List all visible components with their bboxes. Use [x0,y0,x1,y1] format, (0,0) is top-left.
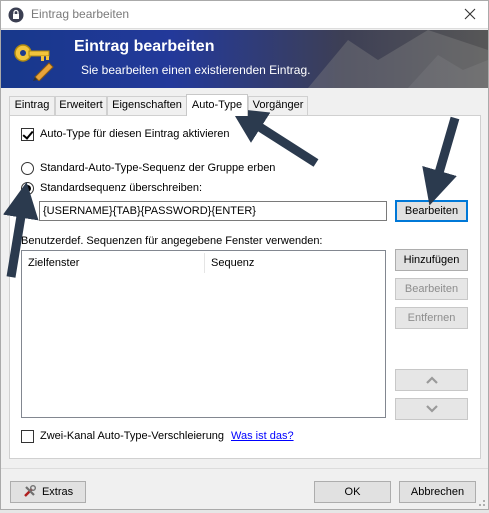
enable-autotype-checkbox[interactable] [21,128,34,141]
key-pencil-icon [14,44,54,81]
keepass-lock-icon [8,7,24,23]
tools-icon [23,485,36,497]
column-header-target-window[interactable]: Zielfenster [22,251,204,275]
override-sequence-radio[interactable] [21,182,34,195]
inherit-sequence-radio[interactable] [21,162,34,175]
remove-button[interactable]: Entfernen [395,307,468,329]
move-down-button[interactable] [395,398,468,420]
edit-sequence-button[interactable]: Bearbeiten [395,200,468,222]
banner-decoration-icon [308,30,488,88]
column-header-sequence[interactable]: Sequenz [205,251,385,275]
ok-button[interactable]: OK [314,481,391,503]
footer-divider [1,468,488,469]
enable-autotype-label: Auto-Type für diesen Eintrag aktivieren [40,128,230,140]
extras-label: Extras [41,486,74,498]
inherit-sequence-label: Standard-Auto-Type-Sequenz der Gruppe er… [40,162,276,174]
edit-window-sequence-button[interactable]: Bearbeiten [395,278,468,300]
chevron-up-icon [425,376,438,384]
window-title: Eintrag bearbeiten [31,7,130,21]
tab-auto-type[interactable]: Auto-Type [186,94,248,116]
tab-eigenschaften[interactable]: Eigenschaften [107,96,187,115]
tab-erweitert[interactable]: Erweitert [55,96,107,115]
custom-sequences-label: Benutzerdef. Sequenzen für angegebene Fe… [21,235,323,247]
what-is-this-link[interactable]: Was ist das? [231,430,294,442]
sequence-input[interactable]: {USERNAME}{TAB}{PASSWORD}{ENTER} [39,201,387,221]
banner-title: Eintrag bearbeiten [74,38,215,55]
tab-vorgaenger[interactable]: Vorgänger [248,96,308,115]
tab-eintrag[interactable]: Eintrag [9,96,55,115]
move-up-button[interactable] [395,369,468,391]
banner-subtitle: Sie bearbeiten einen existierenden Eintr… [81,63,311,77]
close-icon[interactable] [462,6,478,22]
edit-entry-window: Eintrag bearbeiten Eintrag bearbeiten Si… [0,0,489,510]
title-bar: Eintrag bearbeiten [1,1,488,29]
add-button[interactable]: Hinzufügen [395,249,468,271]
cancel-button[interactable]: Abbrechen [399,481,476,503]
two-channel-obfuscation-checkbox[interactable] [21,430,34,443]
window-sequences-list[interactable]: Zielfenster Sequenz [21,250,386,418]
two-channel-obfuscation-label: Zwei-Kanal Auto-Type-Verschleierung [40,430,225,442]
override-sequence-label: Standardsequenz überschreiben: [40,182,203,194]
chevron-down-icon [425,405,438,413]
extras-button[interactable]: Extras [10,481,86,503]
header-banner: Eintrag bearbeiten Sie bearbeiten einen … [1,30,488,88]
resize-grip-icon[interactable] [476,497,486,507]
